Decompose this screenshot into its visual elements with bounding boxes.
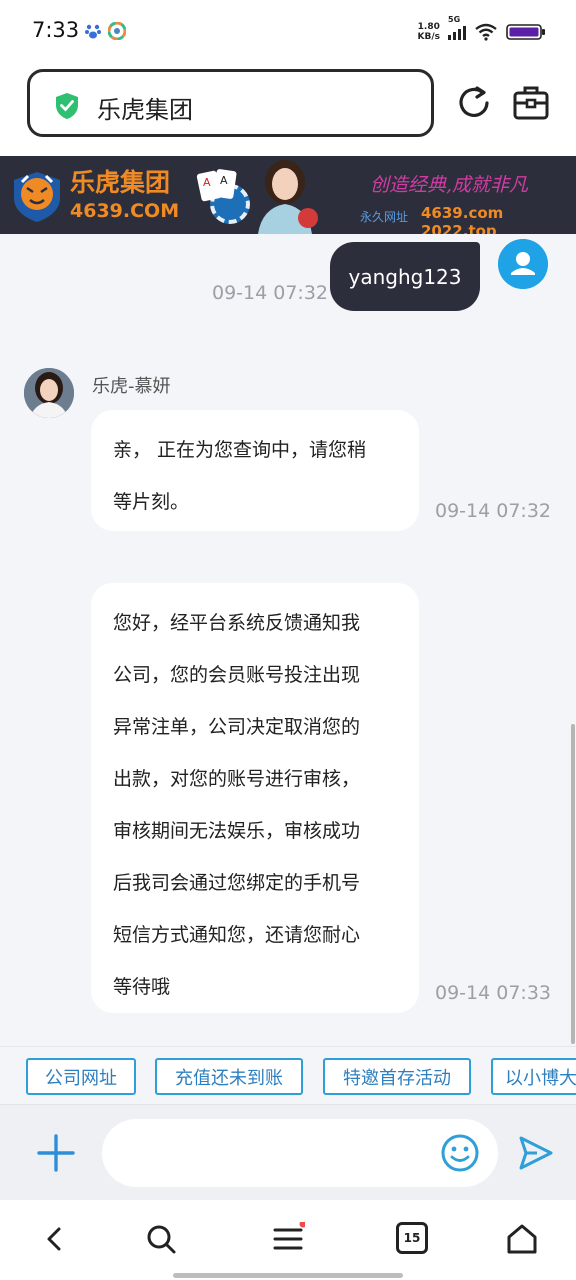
model-image xyxy=(258,160,318,234)
net-speed: 1.80 KB/s xyxy=(418,22,440,42)
browser-bottom-nav: 15 xyxy=(0,1200,576,1280)
message-time: 09-14 07:32 xyxy=(435,500,552,522)
url-box[interactable]: 乐虎集团 xyxy=(27,69,434,137)
message-line: 等片刻。 xyxy=(113,491,190,513)
baidu-paw-icon xyxy=(85,24,101,39)
message-line: 异常注单，公司决定取消您的 xyxy=(113,716,361,738)
user-message-bubble: yanghg123 xyxy=(330,242,480,311)
signal-icon: 5G xyxy=(448,15,466,40)
network-type: 5G xyxy=(448,15,461,24)
quick-reply-company-url[interactable]: 公司网址 xyxy=(26,1058,136,1095)
menu-icon[interactable] xyxy=(271,1222,305,1256)
message-input-bar xyxy=(0,1104,576,1200)
banner-site: 4639.com 2022.top xyxy=(421,204,504,234)
svg-text:A: A xyxy=(220,174,228,187)
quick-reply-bar[interactable]: 公司网址 充值还未到账 特邀首存活动 以小博大 xyxy=(0,1046,576,1104)
playing-cards-icon: A A xyxy=(196,169,237,202)
quick-reply-deposit-issue[interactable]: 充值还未到账 xyxy=(155,1058,303,1095)
battery-icon xyxy=(506,24,545,40)
plus-icon[interactable] xyxy=(36,1133,76,1173)
message-input[interactable] xyxy=(102,1119,498,1187)
wifi-icon xyxy=(475,23,497,41)
emoji-icon[interactable] xyxy=(440,1133,480,1173)
banner-domain: 4639.COM xyxy=(70,200,180,222)
agent-message-bubble: 亲， 正在为您查询中，请您稍 等片刻。 xyxy=(91,410,419,531)
message-line: 亲， 正在为您查询中，请您稍 xyxy=(113,439,367,461)
net-speed-unit: KB/s xyxy=(417,32,440,42)
agent-avatar[interactable] xyxy=(24,368,74,418)
tiger-logo-icon xyxy=(14,172,60,222)
message-line: 短信方式通知您，还请您耐心 xyxy=(113,924,361,946)
message-time: 09-14 07:33 xyxy=(435,982,552,1004)
colorful-app-icon xyxy=(108,22,126,40)
message-line: 公司，您的会员账号投注出现 xyxy=(113,664,361,686)
back-icon[interactable] xyxy=(38,1222,72,1256)
promo-banner[interactable]: 乐虎集团 4639.COM A A 创造经典,成就非凡 永久网址 4639.co… xyxy=(0,156,576,234)
reload-icon[interactable] xyxy=(455,84,493,122)
tabs-icon[interactable]: 15 xyxy=(396,1222,428,1254)
banner-site-label: 永久网址 xyxy=(360,210,409,224)
message-line: 您好，经平台系统反馈通知我 xyxy=(113,612,361,634)
user-avatar-icon[interactable] xyxy=(498,239,548,289)
quick-reply-first-deposit-promo[interactable]: 特邀首存活动 xyxy=(323,1058,471,1095)
agent-name: 乐虎-慕妍 xyxy=(92,376,171,397)
send-icon[interactable] xyxy=(517,1133,555,1173)
svg-text:A: A xyxy=(203,176,211,189)
status-time: 7:33 xyxy=(32,18,80,42)
tab-count: 15 xyxy=(403,1231,421,1245)
message-line: 出款，对您的账号进行审核， xyxy=(113,768,361,790)
chat-area[interactable]: yanghg123 09-14 07:32 乐虎-慕妍 亲， 正在为您查询中，请… xyxy=(0,234,576,1046)
status-bar: 7:33 1.80 KB/s 5G xyxy=(0,0,576,62)
search-icon[interactable] xyxy=(144,1222,178,1256)
secure-shield-icon xyxy=(56,93,78,119)
banner-slogan: 创造经典,成就非凡 xyxy=(370,174,529,196)
home-indicator[interactable] xyxy=(173,1273,403,1278)
net-speed-value: 1.80 xyxy=(417,22,440,32)
browser-address-bar: 乐虎集团 xyxy=(0,62,576,156)
scrollbar[interactable] xyxy=(571,724,575,1044)
home-icon[interactable] xyxy=(505,1222,539,1256)
toolbox-icon[interactable] xyxy=(512,84,550,122)
status-right-group: 1.80 KB/s 5G xyxy=(418,15,546,46)
page-title: 乐虎集团 xyxy=(97,96,193,124)
message-line: 等待哦 xyxy=(113,976,171,998)
message-line: 审核期间无法娱乐，审核成功 xyxy=(113,820,361,842)
banner-brand: 乐虎集团 xyxy=(70,168,171,197)
message-line: 后我司会通过您绑定的手机号 xyxy=(113,872,361,894)
message-time: 09-14 07:32 xyxy=(212,282,329,304)
quick-reply-small-big[interactable]: 以小博大 xyxy=(491,1058,576,1095)
agent-message-bubble: 您好，经平台系统反馈通知我 公司，您的会员账号投注出现 异常注单，公司决定取消您… xyxy=(91,583,419,1013)
